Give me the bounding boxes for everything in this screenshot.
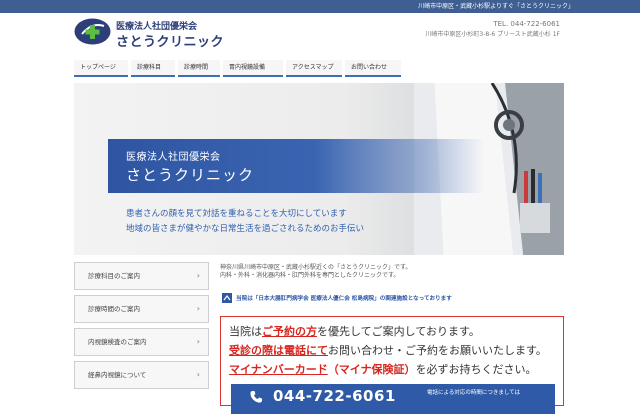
chevron-right-icon: › (196, 271, 200, 280)
sidebar-item-label: 内視鏡検査のご案内 (88, 338, 147, 346)
hero-title-band: 医療法人社団優栄会 さとうクリニック (108, 139, 484, 193)
notice-line3-c: を必ずお持ちください。 (415, 363, 537, 376)
hero-subtitle: 医療法人社団優栄会 (126, 152, 221, 163)
reservation-notice: 当院はご予約の方を優先してご案内しております。 受診の際は電話にてお問い合わせ・… (220, 316, 564, 414)
sidebar-menu: 診療科目のご案内 › 診療時間のご案内 › 内視鏡検査のご案内 › 経鼻内視鏡に… (74, 262, 209, 394)
header-tel: TEL. 044-722-6061 (493, 20, 560, 28)
nav-item-hours[interactable]: 診療時間 (178, 60, 220, 77)
notice-line2-emph: 受診の際は電話にて (229, 344, 328, 357)
hero-banner: 医療法人社団優栄会 さとうクリニック 患者さんの顔を見て対話を重ねることを大切に… (74, 83, 564, 255)
phone-icon (250, 391, 262, 403)
notice-line3: マイナンバーカード（マイナ保険証）を必ずお持ちください。 (229, 361, 537, 377)
intro-text-line2: 内科・外科・消化器内科・肛門外科を専門としたクリニックです。 (220, 272, 400, 279)
notice-line1-a: 当院は (229, 325, 262, 338)
sidebar-item-label: 診療科目のご案内 (88, 272, 140, 280)
logo-title[interactable]: さとうクリニック (116, 31, 224, 50)
hospital-link-icon (222, 293, 232, 303)
nav-item-endoscopy[interactable]: 胃内視鏡設備 (223, 60, 283, 77)
phone-note: 電話による対応の時間につきましては (427, 390, 521, 396)
nav-item-departments[interactable]: 診療科目 (131, 60, 175, 77)
nav-item-contact[interactable]: お問い合わせ (345, 60, 401, 77)
nav-item-access[interactable]: アクセスマップ (286, 60, 342, 77)
sidebar-item-label: 経鼻内視鏡について (88, 371, 147, 379)
chevron-right-icon: › (196, 304, 200, 313)
top-tagline: 川崎市中原区・武蔵小杉駅よりすぐ「さとうクリニック」 (418, 3, 574, 10)
nav-item-top[interactable]: トップページ (74, 60, 128, 77)
association-notice: 当院は「日本大腸肛門病学会 医療法人優仁会 松島病院」の関連施設となっております (220, 292, 564, 304)
phone-number[interactable]: 044-722-6061 (273, 387, 396, 405)
hero-copy-line2: 地域の皆さまが健やかな日常生活を過ごされるためのお手伝い (126, 224, 365, 234)
clinic-logo-icon[interactable] (74, 18, 111, 45)
sidebar-item-departments[interactable]: 診療科目のご案内 › (74, 262, 209, 290)
notice-line2-b: お問い合わせ・ご予約をお願いいたします。 (328, 344, 547, 357)
sidebar-item-label: 診療時間のご案内 (88, 305, 140, 313)
sidebar-item-hours[interactable]: 診療時間のご案内 › (74, 295, 209, 323)
hero-copy-line1: 患者さんの顔を見て対話を重ねることを大切にしています (126, 209, 347, 219)
notice-line1: 当院はご予約の方を優先してご案内しております。 (229, 323, 480, 339)
top-strip: 川崎市中原区・武蔵小杉駅よりすぐ「さとうクリニック」 (0, 0, 640, 13)
sidebar-item-nasal-endoscopy[interactable]: 経鼻内視鏡について › (74, 361, 209, 389)
global-nav: トップページ 診療科目 診療時間 胃内視鏡設備 アクセスマップ お問い合わせ (74, 60, 564, 80)
site-header: 医療法人社団優栄会 さとうクリニック TEL. 044-722-6061 川崎市… (0, 13, 640, 57)
notice-line3-paren: （マイナ保険証） (327, 363, 416, 376)
notice-line2: 受診の際は電話にてお問い合わせ・ご予約をお願いいたします。 (229, 342, 547, 358)
notice-line1-emph: ご予約の方 (262, 325, 317, 338)
hero-title: さとうクリニック (126, 166, 255, 184)
chevron-right-icon: › (196, 337, 200, 346)
sidebar-item-endoscopy[interactable]: 内視鏡検査のご案内 › (74, 328, 209, 356)
chevron-right-icon: › (196, 370, 200, 379)
notice-line1-c: を優先してご案内しております。 (317, 325, 480, 338)
phone-bar[interactable]: 044-722-6061 電話による対応の時間につきましては (231, 384, 555, 414)
association-text[interactable]: 当院は「日本大腸肛門病学会 医療法人優仁会 松島病院」の関連施設となっております (236, 294, 452, 302)
notice-line3-emph: マイナンバーカード (229, 363, 328, 376)
header-address: 川崎市中原区小杉町3-8-6 プリースト武蔵小杉 1F (425, 31, 560, 38)
